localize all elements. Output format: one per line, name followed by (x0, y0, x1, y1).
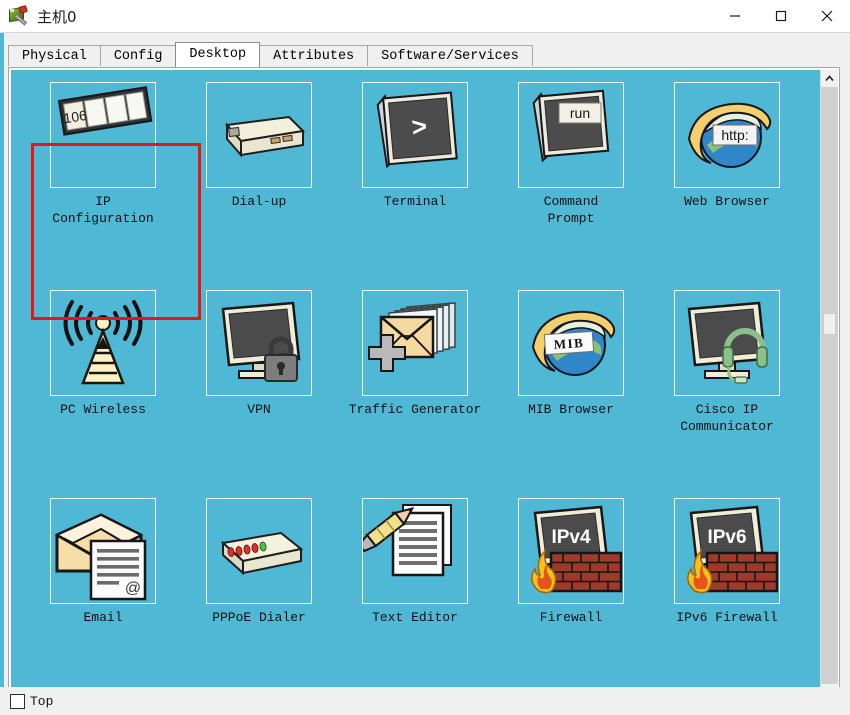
terminal-icon[interactable]: > (362, 82, 468, 188)
window-body: Physical Config Desktop Attributes Softw… (0, 32, 850, 715)
icon-row: 106 IP Configuration Dial-up > Terminal … (11, 76, 821, 227)
window-title: 主机0 (37, 7, 77, 26)
scrollbar-track[interactable] (821, 87, 838, 684)
dial-up-modem-icon[interactable] (206, 82, 312, 188)
packet-tracer-device-window: 主机0 Physical Config Desktop Attributes S… (0, 0, 850, 715)
window-controls (712, 0, 850, 32)
command-prompt-badge: run (570, 105, 590, 121)
ipv6-firewall-icon[interactable]: IPv6 (674, 498, 780, 604)
icon-row: @ Email PPPoE Dialer Text Editor IPv4 Fi… (11, 492, 821, 626)
desktop-item-ipv6-firewall[interactable]: IPv6 IPv6 Firewall (649, 492, 805, 626)
row-spacer (11, 436, 821, 492)
desktop-item-label: VPN (247, 402, 271, 417)
desktop-item-pc-wireless[interactable]: PC Wireless (25, 284, 181, 435)
desktop-item-cisco-ip-communicator[interactable]: Cisco IP Communicator (649, 284, 805, 435)
tab-desktop[interactable]: Desktop (175, 42, 261, 67)
mib-browser-icon[interactable]: MIB (518, 290, 624, 396)
top-checkbox-label: Top (30, 693, 54, 709)
ipv6-firewall-badge: IPv6 (707, 527, 746, 548)
desktop-item-label: Firewall (539, 610, 603, 625)
desktop-item-label: Cisco IP Communicator (680, 402, 774, 434)
desktop-item-label: Traffic Generator (348, 402, 482, 417)
desktop-item-label: Terminal (383, 194, 447, 209)
desktop-item-label: Command Prompt (543, 194, 599, 226)
top-checkbox-group[interactable]: Top (10, 693, 54, 709)
tab-physical[interactable]: Physical (8, 45, 101, 66)
desktop-item-firewall[interactable]: IPv4 Firewall (493, 492, 649, 626)
row-spacer (11, 228, 821, 284)
mib-browser-badge: MIB (553, 335, 584, 352)
desktop-item-terminal[interactable]: > Terminal (337, 76, 493, 227)
desktop-item-label: PPPoE Dialer (212, 610, 306, 625)
desktop-item-vpn[interactable]: VPN (181, 284, 337, 435)
packet-tracer-device-icon (7, 5, 29, 27)
desktop-item-label: Text Editor (372, 610, 458, 625)
vpn-monitor-lock-icon[interactable] (206, 290, 312, 396)
desktop-item-mib-browser[interactable]: MIB MIB Browser (493, 284, 649, 435)
firewall-badge: IPv4 (551, 527, 591, 548)
text-editor-icon[interactable] (362, 498, 468, 604)
footer-bar: Top (0, 687, 850, 715)
traffic-generator-icon[interactable] (362, 290, 468, 396)
icon-row: PC Wireless VPN Traffic Generator MIB MI… (11, 284, 821, 435)
maximize-icon[interactable] (758, 0, 804, 32)
tab-software-services[interactable]: Software/Services (367, 45, 533, 66)
cisco-ip-communicator-icon[interactable] (674, 290, 780, 396)
row-spacer (11, 627, 821, 683)
desktop-item-text-editor[interactable]: Text Editor (337, 492, 493, 626)
desktop-scroll-viewport: 106 IP Configuration Dial-up > Terminal … (11, 70, 821, 701)
chevron-up-icon[interactable] (821, 70, 838, 87)
email-badge: @ (125, 580, 141, 597)
scrollbar-thumb[interactable] (823, 313, 836, 335)
command-prompt-icon[interactable]: run (518, 82, 624, 188)
desktop-item-label: IP Configuration (52, 194, 154, 226)
firewall-icon[interactable]: IPv4 (518, 498, 624, 604)
desktop-item-label: Web Browser (684, 194, 770, 209)
ip-configuration-icon[interactable]: 106 (50, 82, 156, 188)
desktop-item-label: IPv6 Firewall (676, 610, 778, 625)
email-icon[interactable]: @ (50, 498, 156, 604)
desktop-item-ip-configuration[interactable]: 106 IP Configuration (25, 76, 181, 227)
top-checkbox[interactable] (10, 693, 25, 709)
web-browser-badge: http: (721, 127, 748, 143)
desktop-item-label: Dial-up (231, 194, 287, 209)
tab-attributes[interactable]: Attributes (259, 45, 369, 66)
minimize-icon[interactable] (712, 0, 758, 32)
desktop-icon-grid: 106 IP Configuration Dial-up > Terminal … (11, 70, 821, 701)
desktop-item-label: Email (83, 610, 123, 625)
desktop-item-label: PC Wireless (60, 402, 146, 417)
vertical-scrollbar[interactable] (820, 70, 838, 701)
web-browser-icon[interactable]: http: (674, 82, 780, 188)
desktop-item-web-browser[interactable]: http: Web Browser (649, 76, 805, 227)
desktop-item-label: MIB Browser (528, 402, 614, 417)
desktop-item-dial-up[interactable]: Dial-up (181, 76, 337, 227)
pppoe-dialer-icon[interactable] (206, 498, 312, 604)
left-accent-bar (0, 33, 4, 715)
desktop-item-email[interactable]: @ Email (25, 492, 181, 626)
desktop-item-command-prompt[interactable]: run Command Prompt (493, 76, 649, 227)
window-title-bar: 主机0 (0, 0, 850, 32)
desktop-item-traffic-generator[interactable]: Traffic Generator (337, 284, 493, 435)
tab-strip: Physical Config Desktop Attributes Softw… (8, 42, 533, 67)
close-icon[interactable] (804, 0, 850, 32)
pc-wireless-antenna-icon[interactable] (50, 290, 156, 396)
terminal-badge: > (410, 111, 428, 142)
desktop-item-pppoe-dialer[interactable]: PPPoE Dialer (181, 492, 337, 626)
desktop-panel: 106 IP Configuration Dial-up > Terminal … (8, 67, 840, 715)
tab-config[interactable]: Config (99, 45, 177, 66)
